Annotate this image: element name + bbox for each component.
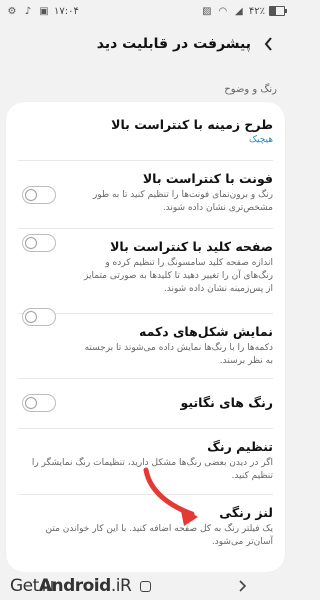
page-title: پیشرفت در قابلیت دید <box>96 36 251 52</box>
divider <box>18 428 273 429</box>
battery-icon <box>269 6 287 16</box>
back-button[interactable] <box>259 34 279 54</box>
back-nav-button[interactable] <box>229 576 257 596</box>
button-shapes-toggle[interactable] <box>22 308 56 326</box>
setting-button-shapes[interactable]: نمایش شکل‌های دکمه دکمه‌ها را با رنگ‌ها … <box>6 323 285 368</box>
setting-title: فونت با کنتراست بالا <box>142 171 273 186</box>
divider <box>18 313 273 314</box>
setting-current-value: هیچیک <box>248 135 273 145</box>
setting-title: نمایش شکل‌های دکمه <box>138 324 273 339</box>
chevron-left-icon <box>264 37 272 51</box>
red-arrow-annotation <box>143 467 198 526</box>
setting-title: طرح زمینه با کنتراست بالا <box>111 117 273 132</box>
setting-title: تنظیم رنگ <box>207 439 273 454</box>
status-bar: ⚙ ♪ ▣ ۱۷:۰۴ ▨ ◠ ◢ ۴۲٪ <box>0 0 291 22</box>
battery-fill <box>270 7 276 15</box>
divider <box>18 378 273 379</box>
music-icon: ♪ <box>24 5 32 17</box>
setting-title: رنگ های نگاتیو <box>180 395 274 410</box>
divider <box>18 228 273 229</box>
section-label: رنگ و وضوح <box>224 84 277 95</box>
signal-icon: ◢ <box>235 5 243 17</box>
home-button[interactable] <box>132 576 160 596</box>
watermark-prefix: Get <box>10 576 39 596</box>
watermark-suffix: .iR <box>110 576 132 596</box>
watermark-logo: GetAndroid.iR <box>10 576 132 596</box>
watermark-bold: Android <box>38 576 112 596</box>
image-notification-icon: ▣ <box>39 5 49 17</box>
status-right: ▨ ◠ ◢ ۴۲٪ <box>201 5 287 17</box>
wifi-icon: ◠ <box>218 5 228 17</box>
status-time: ۱۷:۰۴ <box>54 5 79 17</box>
settings-notification-icon: ⚙ <box>7 5 17 17</box>
divider <box>18 160 273 161</box>
setting-description: رنگ و برون‌نمای فونت‌ها را تنظیم کنید تا… <box>92 190 273 213</box>
high-contrast-font-toggle[interactable] <box>22 186 56 204</box>
chevron-right-icon <box>238 580 246 592</box>
setting-description: دکمه‌ها را با رنگ‌ها نمایش داده می‌شوند … <box>84 343 273 366</box>
setting-description: اندازه صفحه کلید سامسونگ را تنظیم کرده و… <box>84 258 273 294</box>
high-contrast-keyboard-toggle[interactable] <box>22 234 56 252</box>
negative-colors-toggle[interactable] <box>22 394 56 412</box>
home-icon <box>140 580 151 592</box>
setting-high-contrast-theme[interactable]: طرح زمینه با کنتراست بالا هیچیک <box>6 116 285 145</box>
status-left: ⚙ ♪ ▣ ۱۷:۰۴ <box>6 5 79 17</box>
header: پیشرفت در قابلیت دید <box>0 26 291 62</box>
setting-title: صفحه کلید با کنتراست بالا <box>110 239 273 254</box>
battery-percent: ۴۲٪ <box>248 5 265 17</box>
gallery-notification-icon: ▨ <box>202 5 212 17</box>
